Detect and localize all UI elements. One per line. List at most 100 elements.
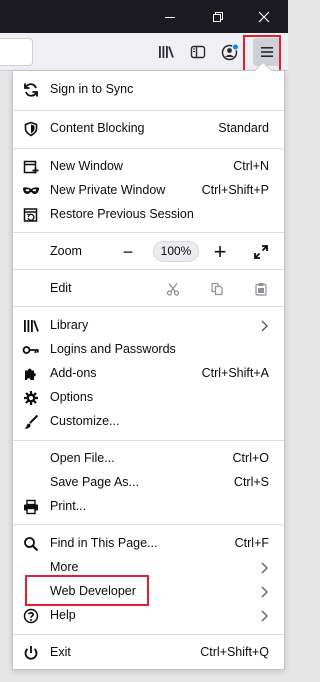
restore-button[interactable] [198,0,238,33]
help-icon [22,607,40,625]
sidebar-icon [190,45,206,59]
menu-item-addons[interactable]: Add-ons Ctrl+Shift+A [13,362,284,386]
menu-item-label: Exit [50,645,71,659]
chevron-right-icon [261,320,268,332]
menu-item-label: Edit [50,281,72,295]
copy-button[interactable] [207,277,227,301]
menu-item-content-blocking[interactable]: Content Blocking Standard [13,117,284,141]
menu-item-label: New Window [50,159,123,173]
shortcut: Ctrl+Shift+Q [200,645,269,659]
shortcut: Ctrl+Shift+A [201,366,269,380]
menu-item-restore-session[interactable]: Restore Previous Session [13,203,284,227]
cut-icon [166,283,180,296]
menu-item-label: Content Blocking [50,121,145,135]
shortcut: Ctrl+Shift+P [201,183,269,197]
menu-item-label: Help [50,608,76,622]
separator [13,232,284,233]
copy-icon [211,282,223,296]
menu-item-label: Web Developer [50,584,136,598]
chevron-right-icon [261,586,268,598]
close-icon [258,11,270,22]
gear-icon [22,389,40,407]
separator [13,440,284,441]
menu-item-zoom: Zoom − 100% + [13,239,284,264]
menu-item-label: Library [50,318,89,332]
menu-item-library[interactable]: Library [13,314,284,338]
menu-item-customize[interactable]: Customize... [13,410,284,434]
sync-icon [22,81,40,99]
menu-item-web-developer[interactable]: Web Developer [13,580,284,604]
paintbrush-icon [22,413,40,431]
menu-item-sign-in-sync[interactable]: Sign in to Sync [13,78,284,102]
menu-item-options[interactable]: Options [13,386,284,410]
url-bar[interactable] [0,38,33,66]
menu-item-help[interactable]: Help [13,604,284,628]
zoom-in-button[interactable]: + [210,239,230,264]
menu-item-new-window[interactable]: New Window Ctrl+N [13,155,284,179]
shortcut: Ctrl+N [233,159,269,173]
shortcut: Ctrl+S [233,475,269,489]
separator [13,306,284,307]
account-button[interactable] [217,39,243,65]
key-icon [22,341,40,359]
separator [13,634,284,635]
separator [13,110,284,111]
menu-item-label: Add-ons [50,366,97,380]
minimize-icon [165,16,175,18]
content-blocking-value: Standard [218,121,269,135]
menu-item-logins-passwords[interactable]: Logins and Passwords [13,338,284,362]
menu-item-label: Options [50,390,94,404]
menu-item-label: Restore Previous Session [50,207,194,221]
menu-item-new-private-window[interactable]: New Private Window Ctrl+Shift+P [13,179,284,203]
library-icon [159,46,174,58]
printer-icon [22,498,40,516]
new-window-icon [22,158,40,176]
sidebar-button[interactable] [185,39,211,65]
menu-item-exit[interactable]: Exit Ctrl+Shift+Q [13,641,284,665]
menu-item-label: Open File... [50,451,115,465]
title-bar [0,0,288,33]
separator [13,148,284,149]
zoom-out-button[interactable]: − [118,240,138,264]
zoom-reset-button[interactable]: 100% [153,241,199,262]
menu-item-label: More [50,560,79,574]
chevron-right-icon [261,610,268,622]
menu-item-label: Print... [50,499,87,513]
shortcut: Ctrl+O [232,451,269,465]
library-icon [22,317,40,335]
restore-session-icon [22,206,40,224]
power-icon [22,644,40,662]
minimize-button[interactable] [150,0,190,33]
menu-item-find-in-page[interactable]: Find in This Page... Ctrl+F [13,532,284,556]
menu-item-label: Save Page As... [50,475,139,489]
puzzle-icon [22,365,40,383]
menu-item-more[interactable]: More [13,556,284,580]
library-button[interactable] [153,39,179,65]
paste-icon [255,283,267,296]
hamburger-menu-icon [261,47,273,57]
separator [13,524,284,525]
navigation-toolbar [0,33,288,71]
menu-item-open-file[interactable]: Open File... Ctrl+O [13,447,284,471]
menu-item-label: Sign in to Sync [50,82,134,96]
menu-item-label: Customize... [50,414,120,428]
menu-item-print[interactable]: Print... [13,495,284,519]
menu-item-save-page[interactable]: Save Page As... Ctrl+S [13,471,284,495]
fullscreen-icon [254,245,268,259]
separator [13,269,284,270]
menu-item-label: Find in This Page... [50,536,158,550]
shortcut: Ctrl+F [234,536,269,550]
private-mask-icon [22,182,40,200]
close-button[interactable] [244,0,284,33]
menu-item-label: Zoom [50,244,82,258]
paste-button[interactable] [251,277,271,301]
account-icon [221,43,239,61]
menu-item-edit: Edit [13,277,284,301]
fullscreen-button[interactable] [251,240,271,264]
menu-item-label: Logins and Passwords [50,342,176,356]
app-menu-panel: Sign in to Sync Content Blocking Standar… [12,63,285,670]
cut-button[interactable] [163,277,183,301]
search-icon [22,535,40,553]
chevron-right-icon [261,562,268,574]
menu-item-label: New Private Window [50,183,166,197]
